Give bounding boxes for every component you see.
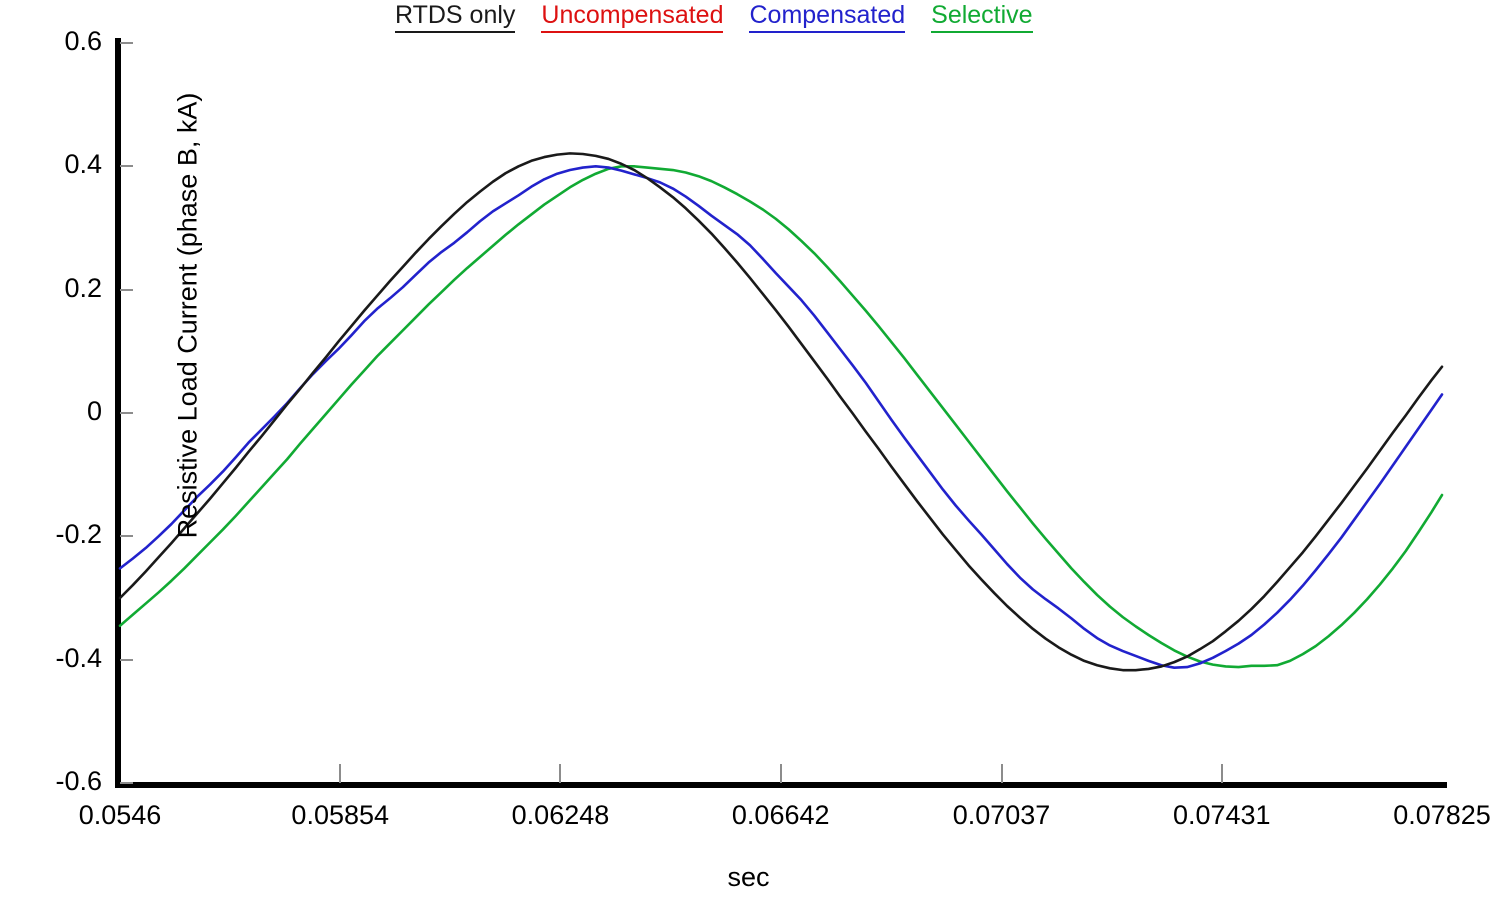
x-tick-label: 0.06642 (731, 800, 830, 830)
legend-item-selective[interactable]: Selective (931, 2, 1033, 33)
legend-item-compensated[interactable]: Compensated (749, 2, 906, 33)
x-tick-label: 0.07037 (952, 800, 1051, 830)
legend-item-uncompensated[interactable]: Uncompensated (541, 2, 724, 33)
y-tick-label: 0.4 (64, 149, 102, 180)
series-lines (118, 152, 1444, 672)
y-tick-label: -0.2 (55, 519, 102, 550)
x-tick-label: 0.06248 (511, 800, 610, 830)
x-tick-label: 0.05854 (291, 800, 390, 830)
y-tick-label: 0 (86, 396, 102, 426)
y-tick-label: 0.6 (64, 26, 102, 56)
series-line-selective (118, 165, 1444, 669)
series-line-rtds-only (118, 152, 1444, 672)
x-tick-label: 0.0546 (78, 800, 162, 830)
y-tick-label: 0.2 (64, 272, 102, 303)
series-line-compensated (118, 165, 1444, 669)
x-axis-title: sec (727, 862, 770, 892)
y-tick-label: -0.4 (55, 642, 102, 673)
chart-legend: RTDS only Uncompensated Compensated Sele… (395, 2, 1135, 36)
legend-item-rtds-only[interactable]: RTDS only (395, 2, 516, 33)
x-tick-label: 0.07825 (1393, 800, 1491, 830)
y-axis-title: Resistive Load Current (phase B, kA) (172, 92, 203, 539)
plot-area: 0.6 0.4 0.2 0 -0.2 -0.4 -0.6 0.0546 0.05854 0.06… (55, 28, 1490, 831)
chart-figure: RTDS only Uncompensated Compensated Sele… (0, 0, 1497, 899)
x-tick-label: 0.07431 (1172, 800, 1271, 830)
y-tick-label: -0.6 (55, 766, 102, 796)
